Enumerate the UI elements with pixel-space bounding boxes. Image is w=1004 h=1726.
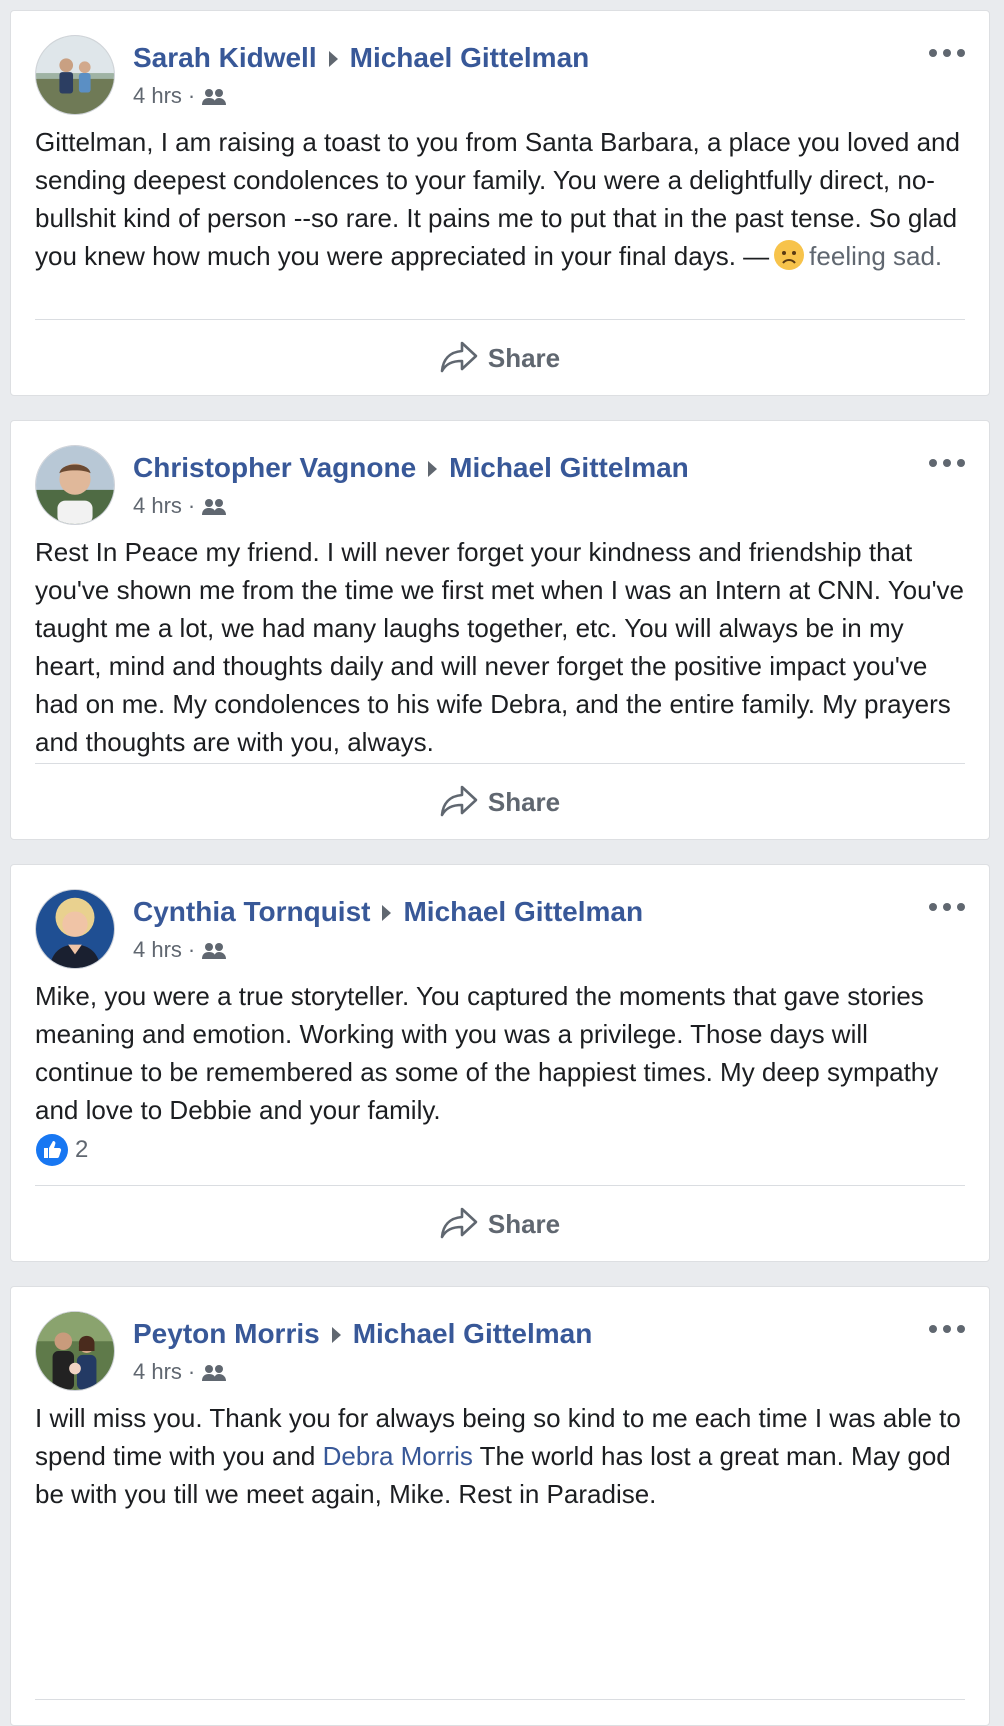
share-label: Share: [487, 343, 561, 373]
post-card: Christopher Vagnone Michael Gittelman 4 h…: [10, 420, 990, 840]
post-meta: 4 hrs ·: [133, 935, 227, 965]
post-author-line: Cynthia Tornquist Michael Gittelman: [133, 895, 643, 929]
sad-face-emoji: [774, 240, 805, 270]
more-options-icon[interactable]: [929, 457, 965, 471]
meta-separator: ·: [187, 937, 196, 962]
share-arrow-icon: [440, 1207, 478, 1239]
post-body-text: Mike, you were a true storyteller. You c…: [35, 981, 939, 1125]
post-meta: 4 hrs ·: [133, 1357, 227, 1387]
post-header: Christopher Vagnone Michael Gittelman 4 h…: [35, 445, 965, 527]
post-card: Peyton Morris Michael Gittelman 4 hrs · I …: [10, 1286, 990, 1726]
reaction-count: 2: [75, 1136, 89, 1163]
target-profile-link[interactable]: Michael Gittelman: [449, 452, 689, 483]
divider: [35, 1699, 965, 1700]
post-author-line: Sarah Kidwell Michael Gittelman: [133, 41, 589, 75]
meta-separator: ·: [187, 493, 196, 518]
post-card: Sarah Kidwell Michael Gittelman 4 hrs · Gi…: [10, 10, 990, 396]
meta-separator: ·: [187, 1359, 196, 1384]
divider: [35, 763, 965, 764]
target-profile-link[interactable]: Michael Gittelman: [403, 896, 643, 927]
post-meta: 4 hrs ·: [133, 491, 227, 521]
target-profile-link[interactable]: Michael Gittelman: [353, 1318, 593, 1349]
post-author-line: Peyton Morris Michael Gittelman: [133, 1317, 592, 1351]
share-button[interactable]: Share: [11, 777, 989, 827]
post-author-line: Christopher Vagnone Michael Gittelman: [133, 451, 689, 485]
avatar[interactable]: [35, 35, 115, 115]
mention-link[interactable]: Debra Morris: [323, 1441, 473, 1471]
divider: [35, 319, 965, 320]
news-feed: Sarah Kidwell Michael Gittelman 4 hrs · Gi…: [0, 0, 1004, 1726]
timestamp[interactable]: 4 hrs: [133, 83, 182, 108]
author-link[interactable]: Peyton Morris: [133, 1318, 320, 1349]
avatar[interactable]: [35, 889, 115, 969]
post-meta: 4 hrs ·: [133, 81, 227, 111]
timestamp[interactable]: 4 hrs: [133, 493, 182, 518]
post-text: I will miss you. Thank you for always be…: [35, 1399, 967, 1513]
post-header: Cynthia Tornquist Michael Gittelman 4 hrs…: [35, 889, 965, 971]
more-options-icon[interactable]: [929, 1323, 965, 1337]
post-body-text: Rest In Peace my friend. I will never fo…: [35, 537, 965, 757]
post-text: Gittelman, I am raising a toast to you f…: [35, 123, 967, 275]
share-button[interactable]: Share: [11, 333, 989, 383]
friends-audience-icon[interactable]: [201, 1364, 227, 1382]
avatar[interactable]: [35, 1311, 115, 1391]
reaction-summary[interactable]: 2: [35, 1133, 88, 1169]
target-profile-link[interactable]: Michael Gittelman: [350, 42, 590, 73]
post-header: Sarah Kidwell Michael Gittelman 4 hrs ·: [35, 35, 965, 117]
friends-audience-icon[interactable]: [201, 498, 227, 516]
like-thumb-icon: [36, 1134, 68, 1166]
share-label: Share: [487, 1209, 561, 1239]
divider: [35, 1185, 965, 1186]
friends-audience-icon[interactable]: [201, 942, 227, 960]
share-arrow-icon: [440, 341, 478, 373]
share-arrow-icon: [440, 785, 478, 817]
post-text: Rest In Peace my friend. I will never fo…: [35, 533, 967, 761]
author-link[interactable]: Cynthia Tornquist: [133, 896, 370, 927]
post-text: Mike, you were a true storyteller. You c…: [35, 977, 967, 1129]
feeling-label: feeling sad.: [809, 241, 943, 271]
share-button[interactable]: Share: [11, 1199, 989, 1249]
friends-audience-icon[interactable]: [201, 88, 227, 106]
triangle-right-icon: [331, 1326, 341, 1343]
more-options-icon[interactable]: [929, 901, 965, 915]
author-link[interactable]: Christopher Vagnone: [133, 452, 416, 483]
post-card: Cynthia Tornquist Michael Gittelman 4 hrs…: [10, 864, 990, 1262]
meta-separator: ·: [187, 83, 196, 108]
triangle-right-icon: [428, 460, 438, 477]
author-link[interactable]: Sarah Kidwell: [133, 42, 317, 73]
triangle-right-icon: [382, 904, 392, 921]
share-label: Share: [487, 787, 561, 817]
post-header: Peyton Morris Michael Gittelman 4 hrs ·: [35, 1311, 965, 1393]
timestamp[interactable]: 4 hrs: [133, 937, 182, 962]
avatar[interactable]: [35, 445, 115, 525]
more-options-icon[interactable]: [929, 47, 965, 61]
triangle-right-icon: [328, 50, 338, 67]
timestamp[interactable]: 4 hrs: [133, 1359, 182, 1384]
